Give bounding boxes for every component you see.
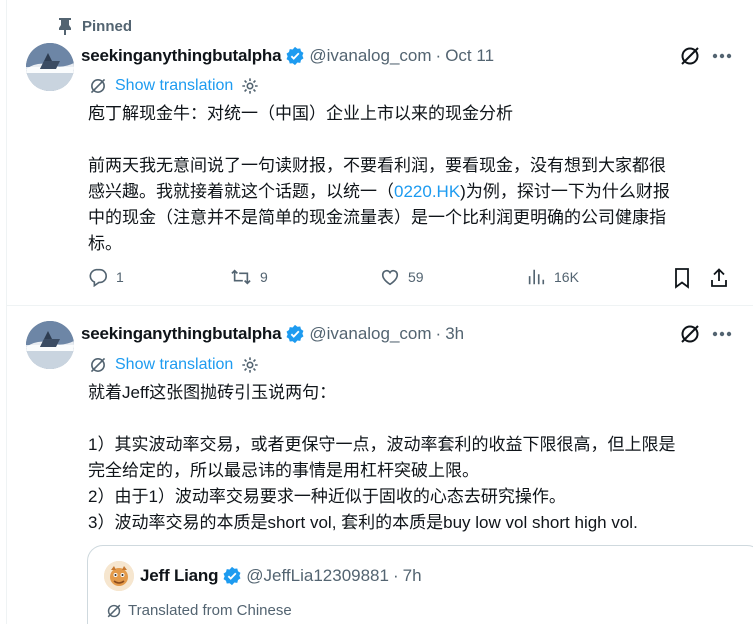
avatar-image: [26, 43, 74, 91]
quoted-tweet-header: Jeff Liang @JeffLia12309881 · 7h: [104, 561, 422, 591]
pinned-label: Pinned: [82, 17, 133, 35]
reply-icon: [89, 268, 107, 287]
repost-button[interactable]: 9: [230, 267, 268, 287]
author-name[interactable]: seekinganythingbutalpha: [81, 46, 282, 66]
translation-row: Show translation: [89, 354, 259, 376]
tweet-text-line: 就着Jeff这张图抛砖引玉说两句：: [88, 383, 337, 402]
quoted-timestamp: 7h: [402, 566, 422, 585]
author-handle[interactable]: @ivanalog_com: [309, 324, 431, 344]
verified-badge-icon: [222, 566, 242, 586]
pinned-indicator: Pinned: [58, 14, 132, 38]
translate-icon: [89, 356, 107, 374]
tweet-header: seekinganythingbutalpha @ivanalog_com · …: [81, 322, 464, 346]
share-button[interactable]: [709, 267, 729, 289]
tweet-timestamp[interactable]: 3h: [445, 324, 464, 344]
translation-row: Show translation: [89, 75, 259, 97]
separator-dot: ·: [435, 46, 442, 65]
share-icon: [711, 268, 727, 287]
verified-badge-icon: [285, 324, 305, 344]
tweet-header: seekinganythingbutalpha @ivanalog_com · …: [81, 44, 494, 68]
show-translation-link[interactable]: Show translation: [115, 356, 233, 374]
translated-indicator: Translated from Chinese: [106, 602, 292, 619]
author-handle[interactable]: @ivanalog_com: [309, 46, 431, 66]
translate-icon: [107, 604, 121, 617]
tweet-text: 庖丁解现金牛：对统一（中国）企业上市以来的现金分析 前两天我无意间说了一句读财报…: [88, 101, 748, 257]
show-translation-link[interactable]: Show translation: [115, 77, 233, 95]
translate-icon: [89, 77, 107, 95]
tweet-text-segment: 感兴趣。我就接着就这个话题，以统一（: [88, 182, 394, 201]
more-icon[interactable]: [708, 320, 736, 348]
quoted-avatar-image: [104, 561, 134, 591]
views-count: 16K: [554, 269, 579, 285]
grok-icon[interactable]: [676, 320, 704, 348]
like-button[interactable]: 59: [380, 267, 424, 287]
tweet-text-line: 1）其实波动率交易，或者更保守一点，波动率套利的收益下限很高，但上限是: [88, 435, 676, 454]
repost-icon: [231, 269, 251, 285]
tweet-actions: 1 9 59 16K: [81, 267, 741, 291]
quoted-tweet-card[interactable]: Jeff Liang @JeffLia12309881 · 7h Transla…: [87, 545, 753, 624]
tweet-text-line: 标。: [88, 234, 122, 253]
tweet-text-line: 庖丁解现金牛：对统一（中国）企业上市以来的现金分析: [88, 104, 513, 123]
bookmark-icon: [675, 268, 689, 289]
translated-label: Translated from Chinese: [128, 602, 292, 619]
avatar[interactable]: [26, 321, 74, 369]
tweet-text-segment: )为例，探讨一下为什么财报: [460, 182, 670, 201]
repost-count: 9: [260, 269, 268, 285]
quoted-avatar: [104, 561, 134, 591]
tweet-text-line: 3）波动率交易的本质是short vol, 套利的本质是buy low vol …: [88, 513, 638, 532]
quoted-author-handle: @JeffLia12309881: [246, 566, 389, 585]
gear-icon[interactable]: [241, 77, 259, 95]
tweet-text-line: 感兴趣。我就接着就这个话题，以统一（0220.HK)为例，探讨一下为什么财报: [88, 179, 748, 205]
reply-button[interactable]: 1: [88, 267, 124, 287]
reply-count: 1: [116, 269, 124, 285]
author-name[interactable]: seekinganythingbutalpha: [81, 324, 282, 344]
like-count: 59: [408, 269, 424, 285]
grok-icon[interactable]: [676, 42, 704, 70]
avatar-image: [26, 321, 74, 369]
bookmark-button[interactable]: [672, 267, 692, 289]
quoted-author-name[interactable]: Jeff Liang: [140, 566, 218, 586]
ticker-link[interactable]: 0220.HK: [394, 182, 460, 201]
tweet-text-line: 中的现金（注意并不是简单的现金流量表）是一个比利润更明确的公司健康指: [88, 208, 666, 227]
pin-icon: [59, 18, 71, 35]
tweet-text-line: 完全给定的，所以最忌讳的事情是用杠杆突破上限。: [88, 461, 479, 480]
tweet-text-line: 前两天我无意间说了一句读财报，不要看利润，要看现金，没有想到大家都很: [88, 156, 666, 175]
like-icon: [381, 269, 399, 286]
separator-dot: ·: [435, 324, 442, 343]
verified-badge-icon: [285, 46, 305, 66]
views-icon: [528, 269, 545, 285]
views-button[interactable]: 16K: [526, 267, 579, 287]
tweet-text-line: 2）由于1）波动率交易要求一种近似于固收的心态去研究操作。: [88, 487, 566, 506]
more-icon[interactable]: [708, 42, 736, 70]
tweet-divider: [6, 305, 753, 306]
gear-icon[interactable]: [241, 356, 259, 374]
tweet-text: 就着Jeff这张图抛砖引玉说两句： 1）其实波动率交易，或者更保守一点，波动率套…: [88, 380, 748, 536]
avatar[interactable]: [26, 43, 74, 91]
separator-dot: ·: [392, 566, 399, 585]
tweet-timestamp[interactable]: Oct 11: [445, 46, 494, 66]
